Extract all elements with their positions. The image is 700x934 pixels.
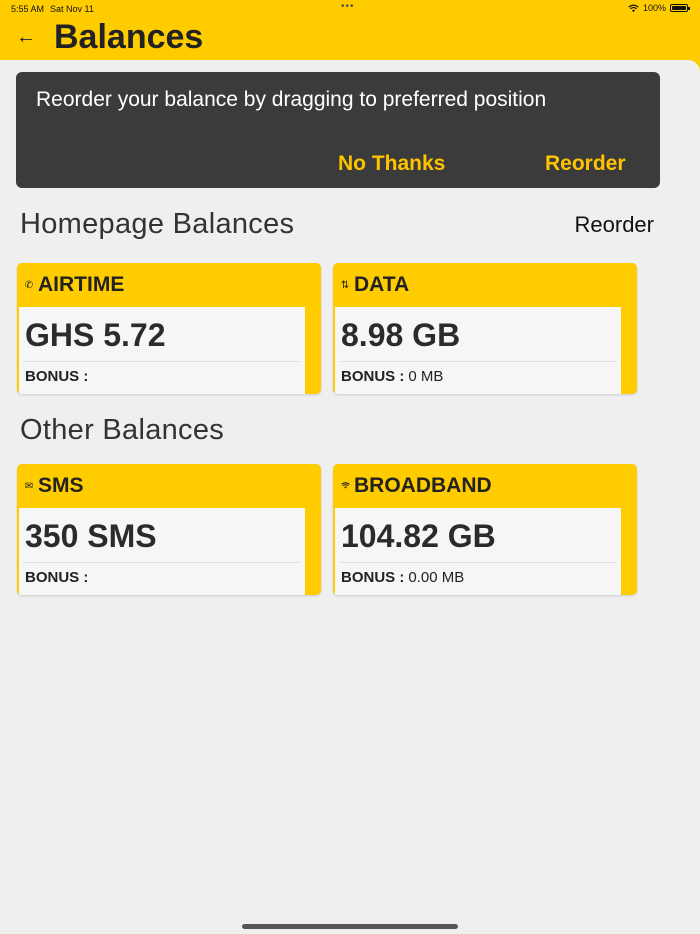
wifi-icon [628, 4, 639, 12]
card-value: GHS 5.72 [25, 317, 166, 353]
reorder-link[interactable]: Reorder [575, 212, 654, 238]
status-bar: 5:55 AM Sat Nov 11 ••• 100% [0, 1, 700, 16]
card-title: AIRTIME [38, 273, 125, 296]
balance-card-data[interactable]: ⇅ DATA 8.98 GB BONUS :0 MB [333, 263, 637, 394]
back-arrow-icon[interactable]: ← [16, 26, 38, 48]
status-time: 5:55 AM [11, 4, 45, 14]
battery-percent: 100% [642, 3, 666, 13]
card-title: BROADBAND [354, 474, 492, 497]
home-indicator[interactable] [242, 924, 458, 929]
mail-icon: ✉ [24, 480, 34, 492]
other-balances-title: Other Balances [20, 414, 225, 446]
data-arrows-icon: ⇅ [340, 279, 350, 291]
card-value: 350 SMS [25, 518, 157, 554]
card-bonus: BONUS :0.00 MB [341, 569, 465, 586]
balance-card-sms[interactable]: ✉ SMS 350 SMS BONUS : [17, 464, 321, 595]
battery-icon [670, 4, 690, 12]
phone-icon: ✆ [24, 279, 34, 291]
no-thanks-button[interactable]: No Thanks [338, 152, 445, 176]
app-header: 5:55 AM Sat Nov 11 ••• 100% ← Balances [0, 0, 700, 60]
card-bonus: BONUS : [25, 569, 89, 586]
card-value: 8.98 GB [341, 317, 461, 353]
wifi-icon [339, 481, 351, 492]
card-value: 104.82 GB [341, 518, 496, 554]
banner-message: Reorder your balance by dragging to pref… [36, 88, 547, 111]
card-bonus: BONUS :0 MB [341, 368, 444, 385]
reorder-banner: Reorder your balance by dragging to pref… [16, 72, 660, 188]
page-title: Balances [54, 18, 204, 56]
balance-card-airtime[interactable]: ✆ AIRTIME GHS 5.72 BONUS : [17, 263, 321, 394]
multitask-dots-icon[interactable]: ••• [341, 1, 355, 12]
homepage-balances-title: Homepage Balances [20, 208, 295, 240]
status-date: Sat Nov 11 [50, 4, 94, 14]
card-title: SMS [38, 474, 84, 497]
card-bonus: BONUS : [25, 368, 89, 385]
card-title: DATA [354, 273, 410, 296]
balance-card-broadband[interactable]: BROADBAND 104.82 GB BONUS :0.00 MB [333, 464, 637, 595]
banner-reorder-button[interactable]: Reorder [545, 152, 626, 176]
